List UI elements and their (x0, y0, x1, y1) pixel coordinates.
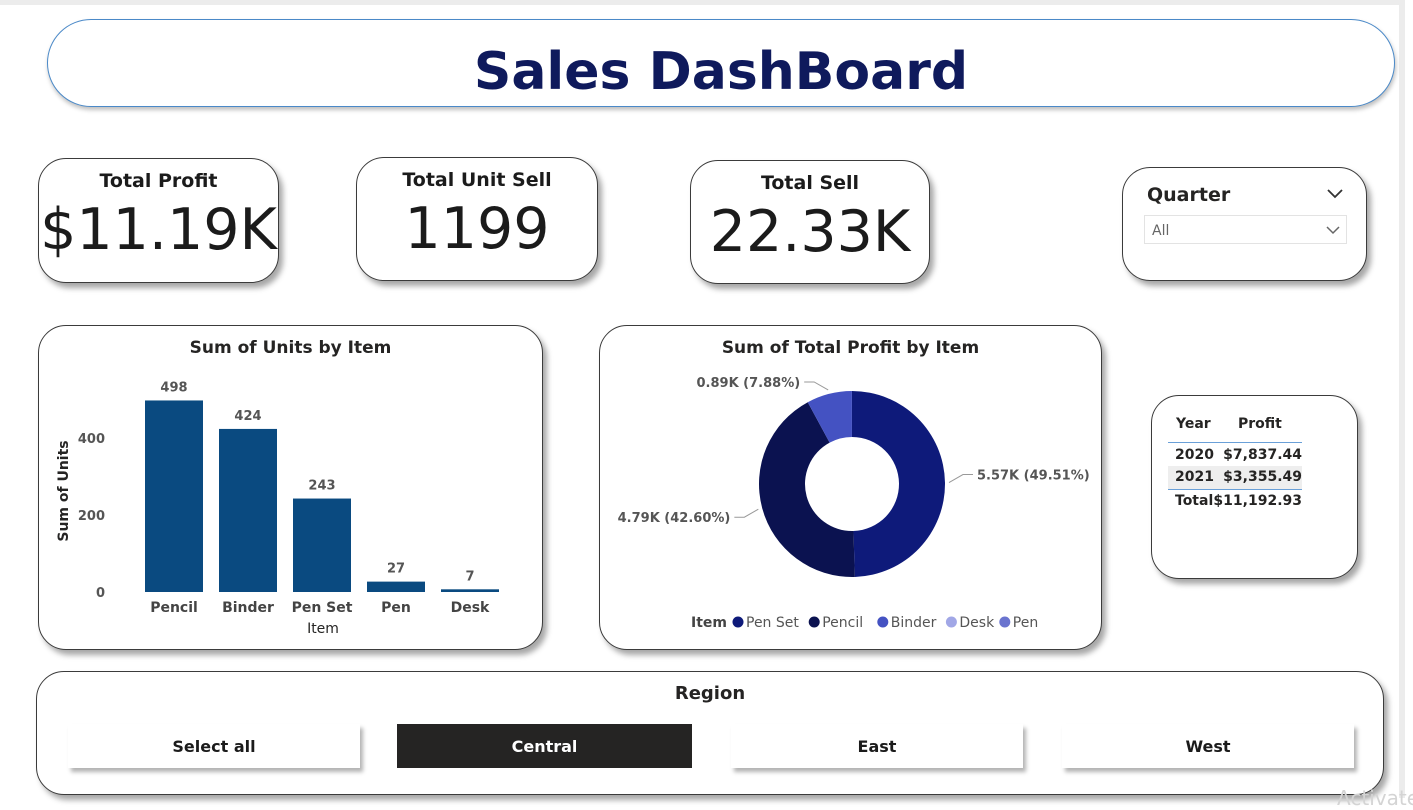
region-option-west[interactable]: West (1062, 724, 1354, 768)
x-tick-label: Pencil (150, 600, 198, 616)
kpi-value: $11.19K (39, 197, 278, 263)
quarter-dropdown-value: All (1152, 223, 1169, 239)
donut-chart-svg: 5.57K (49.51%) 4.79K (42.60%) 0.89K (7.88%… (600, 326, 1103, 651)
x-tick-label: Pen Set (292, 600, 353, 616)
region-option-label: Central (512, 737, 578, 756)
table-row[interactable]: 2021 $3,355.49 (1168, 466, 1302, 489)
leader-line (949, 475, 973, 483)
quarter-slicer-label: Quarter (1147, 184, 1230, 206)
x-tick-label: Binder (222, 600, 274, 616)
kpi-label: Total Profit (39, 170, 278, 192)
y-axis-label: Sum of Units (56, 440, 72, 541)
table-total-row: Total $11,192.93 (1168, 489, 1302, 514)
kpi-label: Total Unit Sell (357, 169, 597, 191)
y-tick-label: 400 (78, 432, 105, 447)
legend-item[interactable]: Pen (1013, 615, 1038, 631)
table: Year Profit 2020 $7,837.44 2021 $3,355.4… (1168, 414, 1302, 514)
cell-profit: $3,355.49 (1223, 469, 1302, 485)
bar-pen[interactable] (367, 582, 425, 592)
bar-data-label: 243 (308, 479, 335, 494)
leader-line (734, 509, 758, 517)
kpi-card-total-sell[interactable]: Total Sell 22.33K (690, 160, 930, 284)
quarter-slicer[interactable]: Quarter All (1122, 167, 1367, 281)
table-header-row: Year Profit (1168, 414, 1302, 443)
bar-pen-set[interactable] (293, 499, 351, 592)
cell-year: 2020 (1175, 447, 1214, 463)
x-tick-label: Desk (451, 600, 490, 616)
kpi-label: Total Sell (691, 172, 929, 194)
leader-line (804, 382, 828, 390)
bar-pencil[interactable] (145, 400, 203, 592)
page-title: Sales DashBoard (48, 42, 1394, 102)
units-by-item-chart[interactable]: Sum of Units by Item Sum of Units Item 0… (38, 325, 543, 650)
legend-item[interactable]: Desk (959, 615, 995, 631)
region-option-select-all[interactable]: Select all (68, 724, 360, 768)
region-slicer-title: Region (37, 683, 1383, 704)
table-row[interactable]: 2020 $7,837.44 (1168, 443, 1302, 466)
y-tick-label: 0 (96, 586, 105, 601)
region-option-label: West (1185, 737, 1230, 756)
slice-data-label: 5.57K (49.51%) (977, 469, 1090, 484)
legend-marker (946, 617, 957, 628)
column-header-year[interactable]: Year (1176, 416, 1211, 432)
kpi-card-total-profit[interactable]: Total Profit $11.19K (38, 158, 279, 283)
kpi-value: 22.33K (691, 199, 929, 265)
legend-marker (999, 617, 1010, 628)
legend-item[interactable]: Binder (891, 615, 937, 631)
kpi-card-total-unit-sell[interactable]: Total Unit Sell 1199 (356, 157, 598, 281)
region-option-label: Select all (172, 737, 255, 756)
legend-item[interactable]: Pen Set (746, 615, 799, 631)
cell-year: 2021 (1175, 469, 1214, 485)
y-tick-label: 200 (78, 509, 105, 524)
region-option-east[interactable]: East (731, 724, 1023, 768)
bar-desk[interactable] (441, 589, 499, 592)
region-option-label: East (858, 737, 897, 756)
bar-chart-svg: Sum of Units Item 0 200 400 498 Pencil 424 Bin… (39, 326, 544, 651)
chevron-down-icon[interactable] (1326, 188, 1344, 200)
bar-binder[interactable] (219, 429, 277, 592)
cell-total-value: $11,192.93 (1213, 493, 1302, 509)
donut-slice-pen-set[interactable] (852, 391, 945, 577)
cell-total-label: Total (1175, 493, 1213, 509)
legend-marker (733, 617, 744, 628)
kpi-value: 1199 (357, 196, 597, 262)
bar-data-label: 424 (234, 409, 261, 424)
slice-data-label: 4.79K (42.60%) (618, 511, 731, 526)
legend-title: Item (691, 615, 727, 631)
slice-data-label: 0.89K (7.88%) (697, 376, 801, 391)
activation-watermark: Activate (1337, 786, 1413, 810)
bar-data-label: 7 (465, 569, 474, 584)
region-option-central[interactable]: Central (397, 724, 692, 768)
x-axis-label: Item (307, 621, 339, 637)
cell-profit: $7,837.44 (1223, 447, 1302, 463)
title-banner: Sales DashBoard (47, 19, 1395, 107)
legend-marker (809, 617, 820, 628)
chevron-down-icon (1325, 225, 1341, 235)
bar-data-label: 27 (387, 562, 405, 577)
profit-by-item-chart[interactable]: Sum of Total Profit by Item 5.57K (49.51… (599, 325, 1102, 650)
legend-item[interactable]: Pencil (822, 615, 863, 631)
column-header-profit[interactable]: Profit (1238, 416, 1282, 432)
bar-data-label: 498 (160, 380, 187, 395)
x-tick-label: Pen (381, 600, 411, 616)
year-profit-table[interactable]: Year Profit 2020 $7,837.44 2021 $3,355.4… (1151, 395, 1358, 579)
quarter-dropdown[interactable]: All (1144, 215, 1347, 244)
legend-marker (877, 617, 888, 628)
